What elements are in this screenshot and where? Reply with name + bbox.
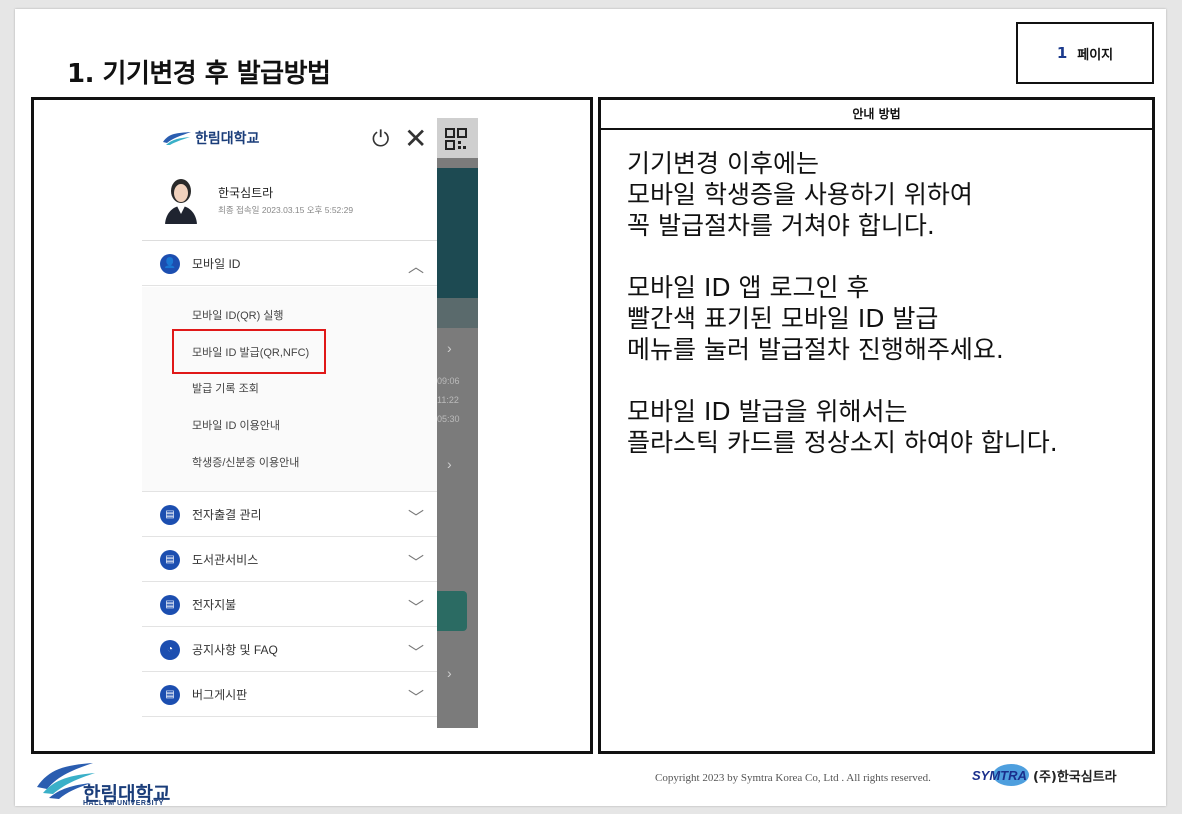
bg-time: 05:30: [437, 414, 460, 424]
guide-line: 플라스틱 카드를 정상소지 하여야 합니다.: [627, 428, 1058, 457]
attendance-icon: ▤: [160, 505, 180, 525]
power-icon[interactable]: ⏻: [372, 126, 389, 152]
company-name: (주)한국심트라: [1033, 770, 1117, 785]
wave-logo-icon: [163, 132, 191, 145]
drawer-header: 한림대학교 ⏻ ✕: [142, 118, 437, 160]
guide-line: 모바일 학생증을 사용하기 위하여: [627, 180, 973, 209]
menu-notice[interactable]: ◔ 공지사항 및 FAQ ﹀: [142, 627, 437, 672]
slide-title: 1. 기기변경 후 발급방법: [67, 59, 331, 89]
menu-label: 모바일 ID: [192, 257, 241, 271]
menu-label: 전자지불: [192, 598, 237, 612]
symtra-logo-text: SYMTRA: [972, 768, 1027, 783]
guide-paragraph: 모바일 ID 앱 로그인 후 빨간색 표기된 모바일 ID 발급 메뉴를 눌러 …: [627, 272, 1126, 365]
guide-line: 기기변경 이후에는: [627, 149, 819, 178]
submenu-item-guide[interactable]: 모바일 ID 이용안내: [192, 417, 280, 433]
menu-label: 전자출결 관리: [192, 508, 262, 522]
menu-bug-board[interactable]: ▤ 버그게시판 ﹀: [142, 672, 437, 717]
bell-icon: ◔: [160, 640, 180, 660]
bg-chevron-icon: ›: [447, 456, 452, 472]
background-app-overlay: › 09:06 11:22 05:30 › ›: [437, 118, 478, 728]
document-icon: ▤: [160, 685, 180, 705]
guide-line: 모바일 ID 발급을 위해서는: [627, 397, 908, 426]
menu-library[interactable]: ▤ 도서관서비스 ﹀: [142, 537, 437, 582]
profile-name: 한국심트라: [218, 186, 274, 200]
last-login: 최종 접속일 2023.03.15 오후 5:52:29: [218, 205, 354, 215]
phone-screenshot: › 09:06 11:22 05:30 › › 한림대학교 ⏻ ✕ 한국심트라 …: [142, 118, 478, 728]
mobile-id-submenu: 모바일 ID(QR) 실행 모바일 ID 발급(QR,NFC) 발급 기록 조회…: [142, 287, 437, 492]
logo-text: 한림대학교: [195, 130, 260, 146]
menu-label: 버그게시판: [192, 688, 248, 702]
page-number: 1: [1056, 44, 1068, 62]
bg-button: [437, 591, 467, 631]
menu-payment[interactable]: ▤ 전자지불 ﹀: [142, 582, 437, 627]
guide-paragraph: 모바일 ID 발급을 위해서는 플라스틱 카드를 정상소지 하여야 합니다.: [627, 396, 1126, 458]
submenu-item-id-guide[interactable]: 학생증/신분증 이용안내: [192, 454, 299, 470]
guide-line: 메뉴를 눌러 발급절차 진행해주세요.: [627, 335, 1004, 364]
qr-code-icon[interactable]: [445, 128, 467, 150]
guide-panel: 안내 방법 기기변경 이후에는 모바일 학생증을 사용하기 위하여 꼭 발급절차…: [598, 97, 1155, 754]
chevron-down-icon: ﹀: [408, 600, 425, 617]
guide-body: 기기변경 이후에는 모바일 학생증을 사용하기 위하여 꼭 발급절차를 거쳐야 …: [601, 130, 1152, 507]
bg-banner: [437, 168, 478, 298]
payment-icon: ▤: [160, 595, 180, 615]
chevron-down-icon: ﹀: [408, 645, 425, 662]
slide: 1. 기기변경 후 발급방법 1 페이지 › 09:06 11:22 05:30…: [15, 9, 1166, 807]
page-label: 페이지: [1077, 47, 1114, 63]
bg-banner-bottom: [437, 298, 478, 328]
screenshot-panel: › 09:06 11:22 05:30 › › 한림대학교 ⏻ ✕ 한국심트라 …: [31, 97, 593, 754]
chevron-up-icon: ︿: [408, 259, 425, 276]
guide-line: 꼭 발급절차를 거쳐야 합니다.: [627, 211, 935, 240]
chevron-down-icon: ﹀: [408, 690, 425, 707]
page-indicator: 1 페이지: [1016, 22, 1154, 84]
bg-chevron-icon: ›: [447, 665, 452, 681]
avatar: [162, 176, 200, 224]
menu-label: 공지사항 및 FAQ: [192, 643, 278, 657]
chevron-down-icon: ﹀: [408, 510, 425, 527]
chevron-down-icon: ﹀: [408, 555, 425, 572]
side-drawer: 한림대학교 ⏻ ✕ 한국심트라 최종 접속일 2023.03.15 오후 5:5…: [142, 118, 437, 728]
guide-line: 모바일 ID 앱 로그인 후: [627, 273, 870, 302]
guide-header: 안내 방법: [601, 100, 1152, 130]
hallym-logo: 한림대학교 HALLYM UNIVERSITY: [35, 757, 195, 807]
university-logo: 한림대학교: [162, 128, 259, 148]
submenu-item-qr-run[interactable]: 모바일 ID(QR) 실행: [192, 307, 284, 323]
bg-time: 11:22: [437, 395, 459, 405]
bg-chevron-icon: ›: [447, 340, 452, 356]
highlight-box: [172, 329, 326, 374]
guide-paragraph: 기기변경 이후에는 모바일 학생증을 사용하기 위하여 꼭 발급절차를 거쳐야 …: [627, 148, 1126, 241]
close-icon[interactable]: ✕: [404, 122, 427, 155]
user-icon: 👤: [160, 254, 180, 274]
guide-line: 빨간색 표기된 모바일 ID 발급: [627, 304, 939, 333]
profile-section: 한국심트라 최종 접속일 2023.03.15 오후 5:52:29: [142, 162, 437, 241]
university-name-en: HALLYM UNIVERSITY: [83, 800, 164, 807]
submenu-item-history[interactable]: 발급 기록 조회: [192, 380, 259, 396]
symtra-logo: SYMTRA: [972, 764, 1029, 786]
menu-attendance[interactable]: ▤ 전자출결 관리 ﹀: [142, 492, 437, 537]
menu-mobile-id[interactable]: 👤 모바일 ID ︿: [142, 241, 437, 286]
library-icon: ▤: [160, 550, 180, 570]
copyright-text: Copyright 2023 by Symtra Korea Co, Ltd .…: [655, 772, 931, 784]
menu-label: 도서관서비스: [192, 553, 259, 567]
bg-time: 09:06: [437, 376, 460, 386]
